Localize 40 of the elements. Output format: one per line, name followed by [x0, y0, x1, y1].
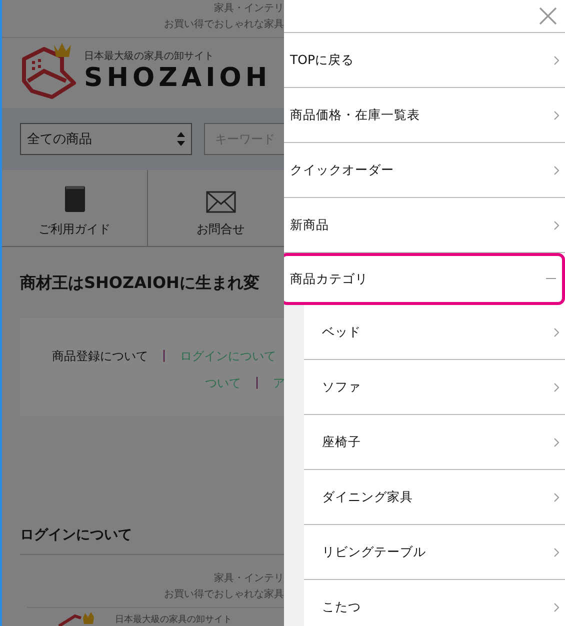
close-icon[interactable]: [539, 7, 557, 25]
tagline-text: 家具・インテリ: [214, 572, 284, 586]
separator-text: |: [255, 375, 260, 391]
nav-link[interactable]: ご利用ガイド: [2, 170, 148, 246]
page-heading: 商材王はSHOZAIOHに生まれ変: [20, 273, 260, 294]
separator-text: |: [162, 348, 166, 364]
chevron-right-icon: [554, 166, 559, 174]
tagline-text: お買い得でおしゃれな家具: [164, 588, 284, 602]
submenu-item[interactable]: ソファ: [304, 360, 565, 415]
submenu-item[interactable]: リビングテーブル: [304, 525, 565, 580]
envelope-icon: [206, 191, 236, 213]
menu-item[interactable]: 商品価格・在庫一覧表: [284, 88, 565, 143]
chevron-right-icon: [554, 56, 559, 64]
notice-text: 商品登録について: [52, 348, 148, 365]
logo-wordmark: SHOZAIOH: [84, 63, 272, 93]
submenu-item[interactable]: こたつ: [304, 580, 565, 626]
menu-item[interactable]: 商品カテゴリ: [284, 253, 565, 305]
menu-item[interactable]: TOPに戻る: [284, 33, 565, 88]
menu-item[interactable]: 新商品: [284, 198, 565, 253]
tagline-text: 家具・インテリ: [214, 2, 284, 16]
category-select[interactable]: 全ての商品: [20, 123, 192, 155]
tagline-text: お買い得でおしゃれな家具: [164, 18, 284, 32]
chevron-right-icon: [554, 328, 559, 336]
book-icon: [64, 185, 86, 213]
chevron-right-icon: [554, 438, 559, 446]
logo-subtitle: 日本最大級の家具の卸サイト: [115, 614, 232, 626]
submenu-item[interactable]: 座椅子: [304, 415, 565, 470]
chevron-right-icon: [554, 220, 559, 230]
submenu-item[interactable]: ベッド: [304, 305, 565, 360]
chevron-right-icon: [554, 548, 559, 556]
menu-item[interactable]: クイックオーダー: [284, 143, 565, 198]
chevron-right-icon: [554, 602, 559, 612]
submenu-item[interactable]: ダイニング家具: [304, 470, 565, 525]
chevron-right-icon: [554, 492, 559, 502]
sort-arrows-icon: [177, 132, 185, 146]
section-title: ログインについて: [20, 526, 284, 555]
logo-icon: [57, 612, 97, 626]
logo-subtitle: 日本最大級の家具の卸サイト: [84, 50, 215, 63]
chevron-right-icon: [554, 110, 559, 120]
chevron-right-icon: [554, 382, 559, 392]
